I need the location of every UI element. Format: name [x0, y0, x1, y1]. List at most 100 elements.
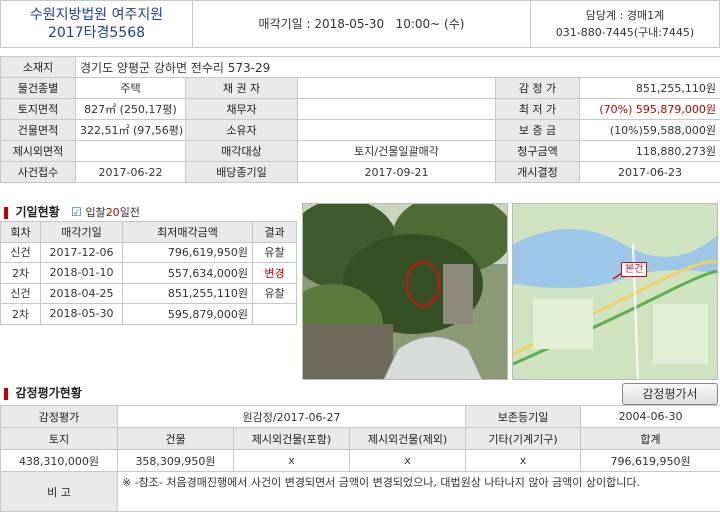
dividend-deadline-label: 배당종기일	[185, 161, 298, 183]
extra-included-value: x	[233, 449, 350, 472]
section-marker-icon	[4, 388, 8, 400]
registration-date-label: 보존등기일	[465, 405, 582, 428]
location-map-drawing	[513, 204, 717, 379]
building-area-label: 건물면적	[0, 119, 76, 141]
claim-amount-label: 청구금액	[495, 140, 580, 162]
summary-table: 소재지 경기도 양평군 강하면 전수리 573-29 물건종별 주택 채 권 자…	[0, 56, 720, 183]
machinery-value: x	[465, 449, 582, 472]
sale-target-value: 토지/건물일괄매각	[297, 140, 496, 162]
address-label: 소재지	[0, 56, 76, 78]
address-row: 소재지 경기도 양평군 강하면 전수리 573-29	[0, 56, 720, 78]
date-cell: 2018-05-30	[40, 303, 123, 325]
result-cell: 유찰	[252, 241, 297, 263]
appraisal-header-row: 토지 건물 제시외건물(포함) 제시외건물(제외) 기타(기계기구) 합계	[0, 427, 720, 450]
bid-prefix: 입찰	[85, 206, 106, 219]
appraisal-report-button[interactable]: 감정평가서	[622, 383, 718, 405]
round-cell: 신건	[0, 241, 41, 263]
deposit-label: 보 증 금	[495, 119, 580, 141]
address-value: 경기도 양평군 강하면 전수리 573-29	[74, 56, 720, 78]
court-name: 수원지방법원 여주지원	[29, 7, 164, 23]
appraisal-table: 감정평가 원감정/2017-06-27 보존등기일 2004-06-30 토지 …	[0, 405, 720, 512]
land-area-label: 토지면적	[0, 98, 76, 120]
date-cell: 2017-12-06	[40, 241, 123, 263]
dividend-deadline-value: 2017-09-21	[297, 161, 496, 183]
total-value: 796,619,950원	[580, 449, 720, 472]
history-heading: 기일현황 ☑ 입찰20일전	[4, 203, 298, 221]
round-cell: 2차	[0, 262, 41, 284]
map-marker: 본건	[621, 262, 648, 277]
result-cell: 변경	[252, 262, 297, 284]
owner-label: 소유자	[185, 119, 298, 141]
sale-date-label: 매각기일	[258, 17, 303, 31]
history-header-row: 회차 매각기일 최저매각금액 결과	[0, 221, 297, 243]
building-area-value: 322,51㎡ (97,56평)	[75, 119, 186, 141]
min-price-label: 최 저 가	[495, 98, 580, 120]
extra-excluded-value: x	[348, 449, 467, 472]
extra-area-value	[75, 140, 186, 162]
col-extra-included: 제시외건물(포함)	[233, 427, 350, 450]
dept-phone: 031-880-7445(구내:7445)	[555, 26, 695, 39]
min-price-value: (70%) 595,879,000원	[578, 98, 720, 120]
col-min-price: 최저매각금액	[122, 221, 253, 243]
sale-target-label: 매각대상	[185, 140, 298, 162]
building-value: 358,309,950원	[117, 449, 234, 472]
table-row: 2차 2018-05-30 595,879,000원	[0, 303, 297, 325]
appraisal-label: 감정평가	[0, 405, 118, 428]
table-row: 2차 2018-01-10 557,634,000원 변경	[0, 262, 297, 284]
col-result: 결과	[252, 221, 297, 243]
col-round: 회차	[0, 221, 41, 243]
price-cell: 557,634,000원	[122, 262, 253, 284]
appraisal-price-value: 851,255,110원	[578, 77, 720, 99]
deposit-value: (10%)59,588,000원	[578, 119, 720, 141]
note-label: 비 고	[0, 471, 118, 512]
col-total: 합계	[580, 427, 720, 450]
summary-row: 제시외면적 매각대상 토지/건물일괄매각 청구금액 118,880,273원	[0, 140, 720, 162]
owner-value	[297, 119, 496, 141]
debtor-value	[297, 98, 496, 120]
case-number: 2017타경5568	[47, 25, 146, 41]
bid-days: 20	[105, 206, 120, 219]
history-title: 기일현황	[15, 205, 60, 219]
start-decision-label: 개시결정	[495, 161, 580, 183]
date-cell: 2018-04-25	[40, 282, 123, 304]
property-photo[interactable]	[302, 203, 508, 380]
extra-area-label: 제시외면적	[0, 140, 76, 162]
creditor-label: 채 권 자	[185, 77, 298, 99]
price-cell: 595,879,000원	[122, 303, 253, 325]
dept-name: 담당계 : 경매1계	[585, 9, 665, 22]
land-area-value: 827㎡ (250,17평)	[75, 98, 186, 120]
round-cell: 2차	[0, 303, 41, 325]
section-marker-icon	[4, 207, 8, 219]
case-received-label: 사건접수	[0, 161, 76, 183]
col-machinery: 기타(기계기구)	[465, 427, 582, 450]
claim-amount-value: 118,880,273원	[578, 140, 720, 162]
summary-row: 토지면적 827㎡ (250,17평) 채무자 최 저 가 (70%) 595,…	[0, 98, 720, 120]
property-photo-drawing	[303, 204, 507, 379]
note-text: ※ -참조- 처음경매진행에서 사건이 변경되면서 금액이 변경되었으나, 대법…	[116, 471, 720, 512]
summary-row: 물건종별 주택 채 권 자 감 정 가 851,255,110원	[0, 77, 720, 99]
price-cell: 851,255,110원	[122, 282, 253, 304]
price-cell: 796,619,950원	[122, 241, 253, 263]
debtor-label: 채무자	[185, 98, 298, 120]
appraisal-heading: 감정평가현황	[4, 384, 304, 402]
round-cell: 신건	[0, 282, 41, 304]
dept-info: 담당계 : 경매1계 031-880-7445(구내:7445)	[531, 7, 719, 41]
location-map[interactable]: 본건	[512, 203, 718, 380]
creditor-value	[297, 77, 496, 99]
header: 수원지방법원 여주지원 2017타경5568 매각기일 : 2018-05-30…	[0, 0, 720, 48]
check-circle-icon: ☑	[71, 205, 82, 219]
appraisal-source: 원감정/2017-06-27	[116, 405, 467, 428]
table-row: 신건 2017-12-06 796,619,950원 유찰	[0, 241, 297, 263]
court-box: 수원지방법원 여주지원 2017타경5568	[1, 1, 193, 47]
start-decision-value: 2017-06-23	[578, 161, 720, 183]
note-row: 비 고 ※ -참조- 처음경매진행에서 사건이 변경되면서 금액이 변경되었으나…	[0, 471, 720, 512]
table-row: 신건 2018-04-25 851,255,110원 유찰	[0, 282, 297, 304]
appraisal-title: 감정평가현황	[15, 386, 82, 400]
case-received-value: 2017-06-22	[75, 161, 186, 183]
registration-date-value: 2004-06-30	[580, 405, 720, 428]
col-building: 건물	[117, 427, 234, 450]
result-cell: 유찰	[252, 282, 297, 304]
kind-label: 물건종별	[0, 77, 76, 99]
summary-row: 건물면적 322,51㎡ (97,56평) 소유자 보 증 금 (10%)59,…	[0, 119, 720, 141]
date-cell: 2018-01-10	[40, 262, 123, 284]
